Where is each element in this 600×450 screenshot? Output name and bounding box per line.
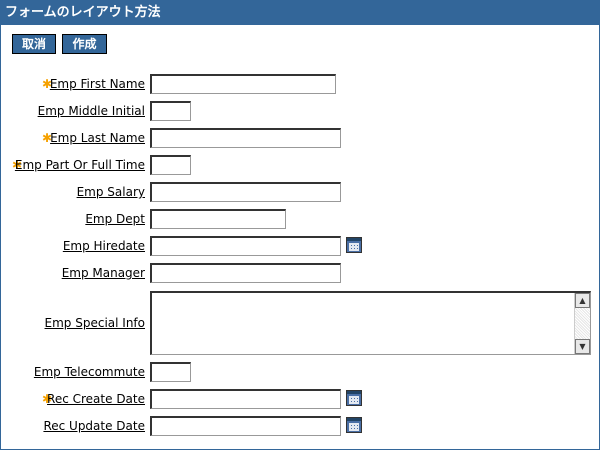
field-label-emp-part-or-full-time[interactable]: Emp Part Or Full Time <box>15 158 145 172</box>
required-star-icon: ✱ <box>42 77 53 91</box>
field-row-emp-salary: Emp Salary <box>1 182 600 204</box>
emp-middle-initial-input[interactable] <box>150 101 191 121</box>
field-label-emp-dept[interactable]: Emp Dept <box>85 212 145 226</box>
field-row-emp-last-name: ✱ Emp Last Name <box>1 128 600 150</box>
field-row-emp-first-name: ✱ Emp First Name <box>1 74 600 96</box>
emp-first-name-input[interactable] <box>150 74 336 94</box>
rec-create-date-input[interactable] <box>150 389 341 409</box>
scroll-down-icon[interactable]: ▼ <box>575 339 590 354</box>
required-star-icon: ✱ <box>42 131 53 145</box>
field-row-emp-hiredate: Emp Hiredate <box>1 236 600 258</box>
calendar-icon[interactable] <box>346 237 362 253</box>
emp-special-info-textarea[interactable]: ▲ ▼ <box>150 291 591 355</box>
field-row-emp-dept: Emp Dept <box>1 209 600 231</box>
field-label-emp-first-name[interactable]: Emp First Name <box>50 77 145 91</box>
field-label-emp-manager[interactable]: Emp Manager <box>62 266 145 280</box>
emp-part-or-full-time-input[interactable] <box>150 155 191 175</box>
field-row-emp-manager: Emp Manager <box>1 263 600 285</box>
calendar-icon[interactable] <box>346 390 362 406</box>
emp-telecommute-input[interactable] <box>150 362 191 382</box>
emp-manager-input[interactable] <box>150 263 341 283</box>
emp-salary-input[interactable] <box>150 182 341 202</box>
field-row-rec-update-date: Rec Update Date <box>1 416 600 438</box>
textarea-scrollbar[interactable]: ▲ ▼ <box>574 293 590 354</box>
field-label-emp-telecommute[interactable]: Emp Telecommute <box>34 365 145 379</box>
cancel-button[interactable]: 取消 <box>12 34 56 54</box>
field-row-emp-part-or-full-time: ✱ Emp Part Or Full Time <box>1 155 600 177</box>
create-button[interactable]: 作成 <box>62 34 107 54</box>
field-label-rec-update-date[interactable]: Rec Update Date <box>43 419 145 433</box>
field-row-emp-middle-initial: Emp Middle Initial <box>1 101 600 123</box>
scroll-up-icon[interactable]: ▲ <box>575 293 590 308</box>
field-label-emp-salary[interactable]: Emp Salary <box>77 185 145 199</box>
field-label-emp-special-info[interactable]: Emp Special Info <box>45 316 145 330</box>
emp-last-name-input[interactable] <box>150 128 341 148</box>
emp-hiredate-input[interactable] <box>150 236 341 256</box>
field-label-emp-last-name[interactable]: Emp Last Name <box>50 131 145 145</box>
form-panel: フォームのレイアウト方法 取消 作成 ✱ Emp First Name Emp … <box>0 0 600 450</box>
field-row-emp-telecommute: Emp Telecommute <box>1 362 600 384</box>
page-title: フォームのレイアウト方法 <box>1 1 599 25</box>
field-label-emp-middle-initial[interactable]: Emp Middle Initial <box>38 104 145 118</box>
calendar-icon[interactable] <box>346 417 362 433</box>
field-row-rec-create-date: ✱ Rec Create Date <box>1 389 600 411</box>
field-label-emp-hiredate[interactable]: Emp Hiredate <box>63 239 145 253</box>
field-label-rec-create-date[interactable]: Rec Create Date <box>47 392 145 406</box>
rec-update-date-input[interactable] <box>150 416 341 436</box>
emp-dept-input[interactable] <box>150 209 286 229</box>
